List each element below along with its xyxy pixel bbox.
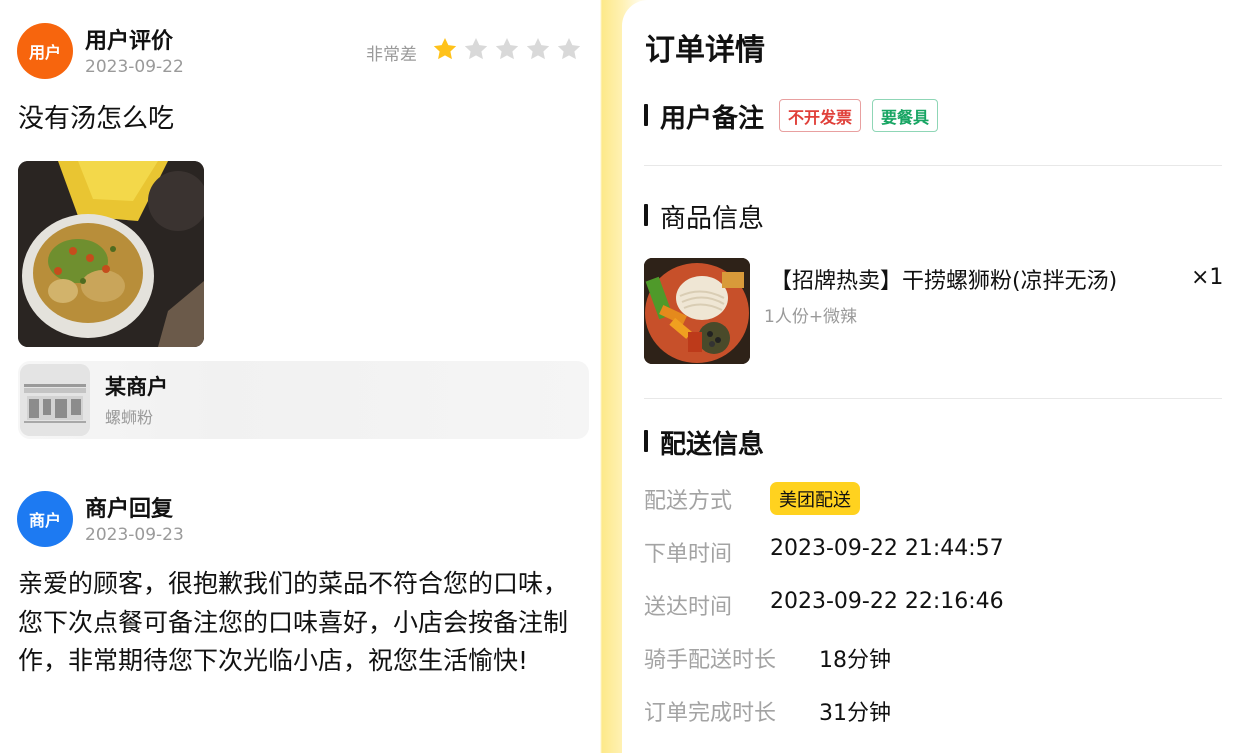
storefront-icon xyxy=(20,364,90,436)
review-author: 用户评价 xyxy=(85,29,174,54)
review-text: 没有汤怎么吃 xyxy=(18,104,175,134)
shop-name: 某商户 xyxy=(105,375,168,399)
user-avatar-label: 用户 xyxy=(28,43,61,62)
star-empty-icon xyxy=(526,37,550,60)
shop-card[interactable]: 某商户 螺蛳粉 xyxy=(18,361,589,439)
merchant-avatar: 商户 xyxy=(17,491,73,547)
delivery-title: 配送信息 xyxy=(660,430,765,460)
order-time-label: 下单时间 xyxy=(644,542,733,567)
divider xyxy=(644,165,1222,166)
reply-text: 亲爱的顾客，很抱歉我们的菜品不符合您的口味，您下次点餐可备注您的口味喜好，小店会… xyxy=(18,569,569,675)
product-name: 【招牌热卖】干捞螺狮粉(凉拌无汤) xyxy=(770,269,1118,294)
shop-category: 螺蛳粉 xyxy=(105,408,154,427)
product-spec: 1人份+微辣 xyxy=(764,307,858,327)
review-date: 2023-09-22 xyxy=(85,57,184,77)
page-title: 订单详情 xyxy=(645,33,765,68)
star-empty-icon xyxy=(464,37,488,60)
section-marker xyxy=(644,204,648,226)
user-avatar: 用户 xyxy=(17,23,73,79)
order-detail-panel: 订单详情 用户备注 不开发票 要餐具 商品信息 【招牌热卖】干捞螺狮粉(凉拌无汤… xyxy=(622,0,1241,753)
goods-title: 商品信息 xyxy=(660,204,765,234)
section-marker xyxy=(644,104,648,126)
arrive-time-value: 2023-09-22 22:16:46 xyxy=(770,589,1004,614)
tag-no-invoice: 不开发票 xyxy=(779,99,862,132)
rider-duration-value: 18分钟 xyxy=(819,648,891,673)
merchant-avatar-label: 商户 xyxy=(28,511,61,530)
reply-date: 2023-09-23 xyxy=(85,525,184,545)
rating-stars xyxy=(432,36,582,62)
divider xyxy=(644,398,1222,399)
rating-label: 非常差 xyxy=(366,45,417,65)
review-panel: 用户 用户评价 2023-09-22 非常差 没有汤怎么吃 某商户 螺蛳粉 商户… xyxy=(0,0,600,753)
order-time-value: 2023-09-22 21:44:57 xyxy=(770,536,1004,561)
remarks-title: 用户备注 xyxy=(660,104,765,134)
arrive-time-label: 送达时间 xyxy=(644,595,733,620)
rider-duration-label: 骑手配送时长 xyxy=(644,648,777,673)
complete-duration-label: 订单完成时长 xyxy=(644,701,777,726)
star-empty-icon xyxy=(495,37,519,60)
complete-duration-value: 31分钟 xyxy=(819,701,891,726)
product-quantity: ×1 xyxy=(1191,265,1224,290)
delivery-method-label: 配送方式 xyxy=(644,489,733,514)
star-filled-icon xyxy=(433,37,457,60)
food-photo-icon xyxy=(18,161,204,347)
tag-need-utensils: 要餐具 xyxy=(872,99,939,132)
delivery-method-badge: 美团配送 xyxy=(770,482,860,515)
section-marker xyxy=(644,430,648,452)
star-empty-icon xyxy=(557,37,581,60)
review-photo[interactable] xyxy=(18,161,204,347)
reply-author: 商户回复 xyxy=(85,497,174,522)
product-image[interactable] xyxy=(644,258,750,364)
noodle-dish-icon xyxy=(644,258,750,364)
